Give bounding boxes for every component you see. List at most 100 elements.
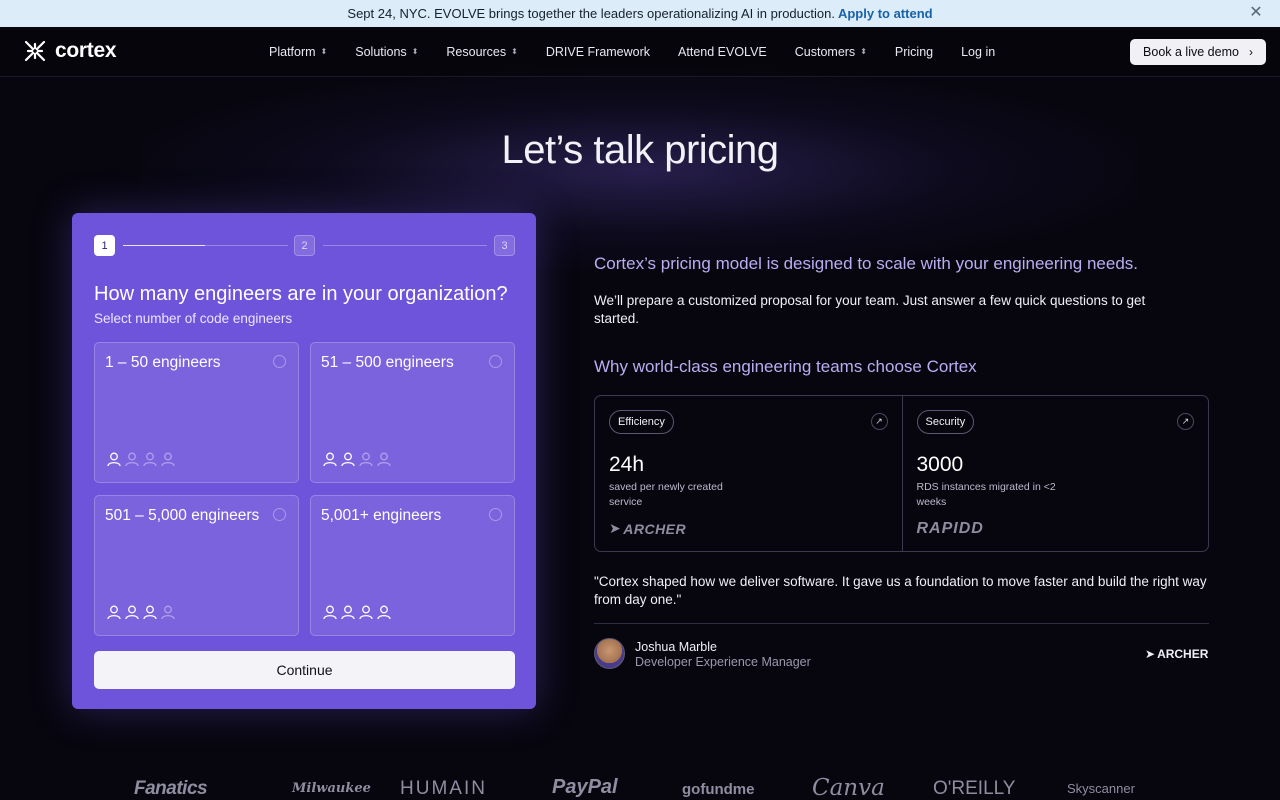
pricing-description: We’ll prepare a customized proposal for … bbox=[594, 293, 1146, 326]
rapidd-logo: RAPIDD bbox=[917, 520, 984, 538]
option-501-5000[interactable]: 501 – 5,000 engineers bbox=[94, 495, 299, 636]
person-icon bbox=[160, 451, 176, 472]
form-subtitle: Select number of code engineers bbox=[94, 311, 293, 326]
person-icon bbox=[124, 604, 140, 625]
stat-tag: Security bbox=[916, 410, 975, 434]
nav-item-drive-framework[interactable]: DRIVE Framework bbox=[532, 45, 664, 59]
nav-item-label: Platform bbox=[269, 45, 316, 59]
stepper: 1 2 3 bbox=[94, 235, 515, 256]
stat-card-security[interactable]: Security ↗ 3000 RDS instances migrated i… bbox=[901, 396, 1209, 551]
divider bbox=[594, 623, 1209, 624]
customer-logo-canva: Canva bbox=[812, 775, 885, 800]
continue-button[interactable]: Continue bbox=[94, 651, 515, 689]
logo-text: ARCHER bbox=[623, 520, 687, 537]
step-2[interactable]: 2 bbox=[294, 235, 315, 256]
nav-item-customers[interactable]: Customers ⬍ bbox=[781, 45, 881, 59]
customer-logos: Fanatics Milwaukee HUMAIN PayPal gofundm… bbox=[0, 772, 1280, 800]
person-icon bbox=[124, 451, 140, 472]
archer-logo-icon: ➤ bbox=[1145, 647, 1156, 661]
close-icon[interactable]: ✕ bbox=[1248, 5, 1264, 21]
customer-logo-gofundme: gofundme bbox=[682, 781, 755, 798]
nav-item-label: Resources bbox=[446, 45, 507, 59]
person-icon bbox=[160, 604, 176, 625]
person-icon bbox=[340, 451, 356, 472]
chevron-up-down-icon: ⬍ bbox=[411, 47, 419, 56]
cortex-logo[interactable]: cortex bbox=[23, 39, 117, 63]
person-icon bbox=[142, 604, 158, 625]
chevron-up-down-icon: ⬍ bbox=[320, 47, 328, 56]
nav-item-label: Solutions bbox=[355, 45, 407, 59]
option-label: 51 – 500 engineers bbox=[321, 354, 454, 371]
banner-text: Sept 24, NYC. EVOLVE brings together the… bbox=[347, 6, 835, 21]
step-line bbox=[205, 245, 288, 246]
form-question: How many engineers are in your organizat… bbox=[94, 283, 508, 305]
customer-logo-milwaukee: Milwaukee bbox=[292, 781, 371, 796]
nav-item-label: DRIVE Framework bbox=[545, 45, 651, 59]
nav-item-label: Pricing bbox=[894, 45, 934, 59]
person-icon bbox=[106, 604, 122, 625]
apply-to-attend-link[interactable]: Apply to attend bbox=[838, 6, 933, 21]
pricing-model-heading: Cortex’s pricing model is designed to sc… bbox=[594, 254, 1138, 273]
people-scale bbox=[322, 604, 392, 625]
step-3[interactable]: 3 bbox=[494, 235, 515, 256]
logo-text: RAPIDD bbox=[916, 520, 984, 537]
book-demo-label: Book a live demo bbox=[1143, 45, 1239, 59]
person-icon bbox=[142, 451, 158, 472]
radio-button[interactable] bbox=[273, 355, 286, 368]
option-5001-plus[interactable]: 5,001+ engineers bbox=[310, 495, 515, 636]
cortex-logo-icon bbox=[24, 40, 46, 62]
person-icon bbox=[376, 451, 392, 472]
stats-panel: Efficiency ↗ 24h saved per newly created… bbox=[594, 395, 1209, 552]
step-line bbox=[323, 245, 487, 246]
nav-item-platform[interactable]: Platform ⬍ bbox=[255, 45, 341, 59]
radio-button[interactable] bbox=[489, 355, 502, 368]
nav-item-label: Customers bbox=[794, 45, 856, 59]
nav-item-resources[interactable]: Resources ⬍ bbox=[432, 45, 531, 59]
people-scale bbox=[322, 451, 392, 472]
customer-logo-oreilly: O'REILLY bbox=[933, 778, 1016, 799]
option-label: 1 – 50 engineers bbox=[105, 354, 221, 371]
radio-button[interactable] bbox=[273, 508, 286, 521]
nav-item-attend-evolve[interactable]: Attend EVOLVE bbox=[664, 45, 781, 59]
customer-logo-fanatics: Fanatics bbox=[134, 778, 208, 799]
option-1-50[interactable]: 1 – 50 engineers bbox=[94, 342, 299, 483]
person-icon bbox=[358, 451, 374, 472]
announcement-banner: Sept 24, NYC. EVOLVE brings together the… bbox=[0, 0, 1280, 27]
arrow-up-right-icon[interactable]: ↗ bbox=[870, 413, 888, 430]
radio-button[interactable] bbox=[489, 508, 502, 521]
chevron-up-down-icon: ⬍ bbox=[511, 47, 518, 56]
book-demo-button[interactable]: Book a live demo › bbox=[1130, 39, 1266, 65]
chevron-up-down-icon: ⬍ bbox=[860, 47, 867, 56]
stat-card-efficiency[interactable]: Efficiency ↗ 24h saved per newly created… bbox=[595, 396, 902, 551]
logos-fade-right bbox=[1150, 760, 1280, 800]
nav-item-solutions[interactable]: Solutions ⬍ bbox=[341, 45, 432, 59]
arrow-up-right-icon[interactable]: ↗ bbox=[1177, 413, 1194, 430]
logos-fade-left bbox=[0, 760, 130, 800]
customer-logo-paypal: PayPal bbox=[552, 776, 618, 798]
archer-logo: ➤ ARCHER bbox=[1145, 647, 1208, 661]
archer-logo: ➤ ARCHER bbox=[609, 520, 686, 537]
person-icon bbox=[358, 604, 374, 625]
chevron-right-icon: › bbox=[1248, 45, 1253, 59]
person-icon bbox=[340, 604, 356, 625]
option-51-500[interactable]: 51 – 500 engineers bbox=[310, 342, 515, 483]
avatar bbox=[594, 638, 625, 669]
pricing-form-card: 1 2 3 How many engineers are in your org… bbox=[72, 213, 536, 709]
step-1[interactable]: 1 bbox=[94, 235, 115, 256]
logo-text: ARCHER bbox=[1157, 647, 1209, 661]
person-icon bbox=[106, 451, 122, 472]
stat-value: 3000 bbox=[916, 453, 964, 476]
testimonial-quote: "Cortex shaped how we deliver software. … bbox=[594, 574, 1207, 607]
option-label: 5,001+ engineers bbox=[321, 507, 442, 524]
stat-value: 24h bbox=[609, 453, 645, 476]
person-icon bbox=[322, 604, 338, 625]
nav-item-label: Attend EVOLVE bbox=[678, 45, 767, 59]
nav-item-log-in[interactable]: Log in bbox=[947, 45, 1009, 59]
nav-item-pricing[interactable]: Pricing bbox=[881, 45, 947, 59]
testimonial-role: Developer Experience Manager bbox=[635, 655, 811, 669]
why-heading: Why world-class engineering teams choose… bbox=[594, 357, 977, 376]
option-label: 501 – 5,000 engineers bbox=[105, 507, 260, 524]
customer-logo-humain: HUMAIN bbox=[400, 778, 487, 799]
nav-item-label: Log in bbox=[961, 45, 996, 59]
logo-text: cortex bbox=[55, 39, 117, 62]
